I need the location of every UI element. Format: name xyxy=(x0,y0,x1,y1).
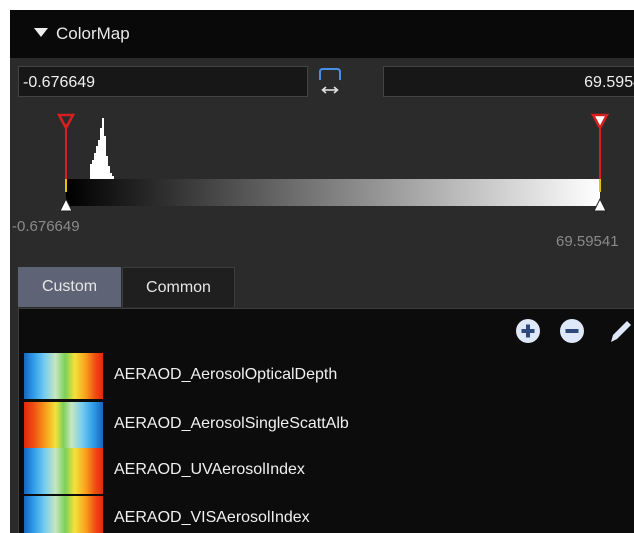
remove-icon[interactable] xyxy=(559,318,585,344)
colormap-swatch xyxy=(24,353,103,399)
collapse-triangle-icon[interactable] xyxy=(34,28,48,37)
colormap-section-header[interactable]: ColorMap xyxy=(10,10,634,58)
list-item[interactable]: AERAOD_UVAerosolIndex xyxy=(24,448,634,494)
range-max-input[interactable]: 69.5954 xyxy=(383,66,634,97)
colormap-swatch xyxy=(24,448,103,494)
tab-custom[interactable]: Custom xyxy=(18,267,121,307)
colormap-name: AERAOD_VISAerosolIndex xyxy=(114,509,310,526)
colormap-editor[interactable] xyxy=(10,106,634,266)
swap-range-icon[interactable] xyxy=(315,66,345,98)
colormap-name: AERAOD_AerosolSingleScattAlb xyxy=(114,415,349,432)
range-min-label: -0.676649 xyxy=(12,218,80,235)
colormap-panel: ColorMap -0.676649 69.5954 xyxy=(10,10,634,533)
colormap-swatch xyxy=(24,496,103,533)
list-item[interactable]: AERAOD_VISAerosolIndex xyxy=(24,496,634,533)
range-max-label: 69.59541 xyxy=(556,233,619,250)
section-title: ColorMap xyxy=(56,24,130,43)
tab-common[interactable]: Common xyxy=(122,267,235,307)
colormap-swatch xyxy=(24,402,103,448)
range-min-input[interactable]: -0.676649 xyxy=(18,66,308,97)
list-item[interactable]: AERAOD_AerosolOpticalDepth xyxy=(24,353,634,399)
histogram xyxy=(90,118,114,179)
list-item[interactable]: AERAOD_AerosolSingleScattAlb xyxy=(24,402,634,448)
edit-icon[interactable] xyxy=(607,318,633,344)
colormap-name: AERAOD_AerosolOpticalDepth xyxy=(114,366,338,383)
add-icon[interactable] xyxy=(515,318,541,344)
colormap-gradient-bar xyxy=(66,179,600,206)
colormap-name: AERAOD_UVAerosolIndex xyxy=(114,461,305,478)
